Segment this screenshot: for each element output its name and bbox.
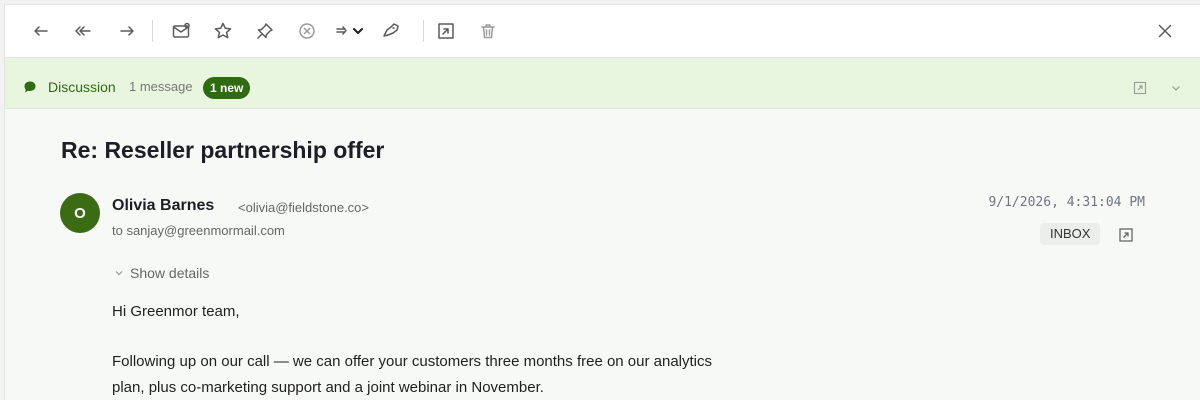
folder-badge[interactable]: INBOX — [1040, 223, 1101, 245]
message-body: Following up on our call — we can offer … — [112, 353, 713, 396]
star-icon — [214, 22, 232, 39]
show-details-label: Show details — [130, 265, 210, 281]
spam-button[interactable] — [293, 17, 321, 45]
reply-all-button[interactable] — [69, 17, 97, 45]
close-button[interactable] — [1151, 17, 1179, 45]
open-external-icon[interactable] — [1118, 227, 1134, 243]
message-view: Discussion 1 message 1 new Re: Reseller … — [4, 4, 1200, 400]
arrow-right-icon — [336, 26, 363, 35]
message-date: 9/1/2026, 4:31:04 PM — [988, 195, 1145, 210]
close-icon — [1158, 24, 1172, 38]
forward-button[interactable] — [113, 17, 141, 45]
open-window-button[interactable] — [432, 17, 460, 45]
envelope-icon — [172, 22, 190, 38]
mark-unread-button[interactable] — [167, 17, 195, 45]
discussion-label: Discussion — [48, 79, 116, 95]
open-external-icon[interactable] — [1133, 81, 1147, 95]
show-details-toggle[interactable]: Show details — [114, 265, 209, 281]
trash-icon — [481, 24, 495, 39]
star-button[interactable] — [209, 17, 237, 45]
tag-icon — [383, 23, 399, 37]
chevron-down-icon[interactable] — [1169, 81, 1183, 95]
sender-name[interactable]: Olivia Barnes — [112, 197, 214, 215]
chevron-down-icon — [115, 271, 123, 276]
chat-bubble-icon — [24, 81, 36, 93]
sender-email[interactable]: <olivia@fieldstone.co> — [238, 200, 369, 215]
reply-all-icon — [75, 26, 91, 36]
tag-button[interactable] — [377, 17, 405, 45]
message-subject: Re: Reseller partnership offer — [61, 137, 385, 163]
reply-icon — [34, 26, 48, 36]
forward-icon — [120, 26, 134, 36]
message-greeting: Hi Greenmor team, — [112, 303, 240, 320]
pin-icon — [257, 23, 273, 39]
recipient: to sanjay@greenmormail.com — [112, 223, 285, 238]
new-badge: 1 new — [203, 77, 251, 99]
toolbar-divider — [152, 20, 153, 42]
reply-button[interactable] — [27, 17, 55, 45]
open-external-icon — [438, 23, 454, 39]
toolbar-divider — [423, 20, 424, 42]
pin-button[interactable] — [251, 17, 279, 45]
move-button[interactable] — [335, 17, 367, 45]
toolbar — [5, 5, 1200, 58]
message-count: 1 message — [129, 79, 193, 94]
avatar: O — [60, 193, 100, 233]
x-circle-icon — [299, 23, 315, 39]
discussion-bar[interactable]: Discussion 1 message 1 new — [5, 58, 1200, 109]
delete-button[interactable] — [474, 17, 502, 45]
